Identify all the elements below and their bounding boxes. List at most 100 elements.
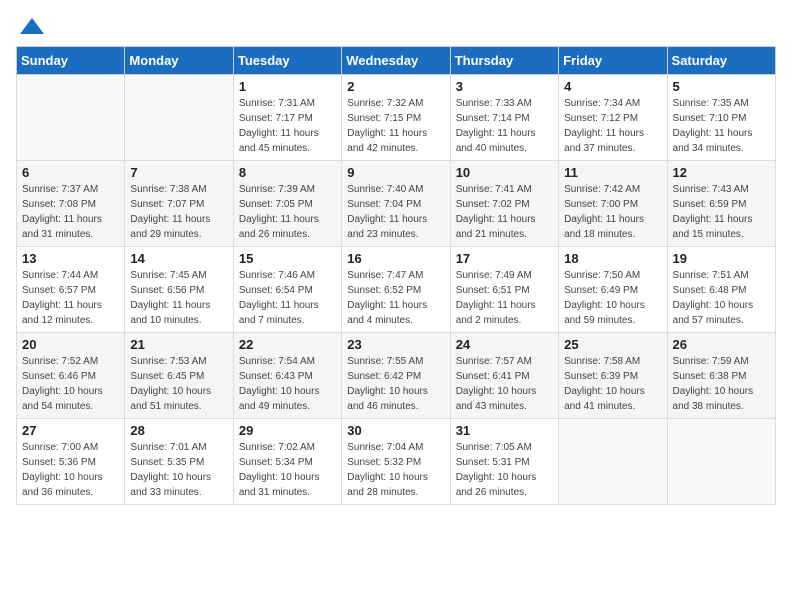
day-info: Sunrise: 7:58 AMSunset: 6:39 PMDaylight:…: [564, 354, 661, 414]
calendar-cell: 29 Sunrise: 7:02 AMSunset: 5:34 PMDayligh…: [233, 419, 341, 505]
day-info: Sunrise: 7:44 AMSunset: 6:57 PMDaylight:…: [22, 268, 119, 328]
day-info: Sunrise: 7:00 AMSunset: 5:36 PMDaylight:…: [22, 440, 119, 500]
day-number: 4: [564, 79, 661, 94]
day-number: 14: [130, 251, 227, 266]
day-number: 11: [564, 165, 661, 180]
day-number: 22: [239, 337, 336, 352]
day-info: Sunrise: 7:43 AMSunset: 6:59 PMDaylight:…: [673, 182, 770, 242]
day-number: 19: [673, 251, 770, 266]
calendar-table: SundayMondayTuesdayWednesdayThursdayFrid…: [16, 46, 776, 505]
day-number: 3: [456, 79, 553, 94]
day-info: Sunrise: 7:52 AMSunset: 6:46 PMDaylight:…: [22, 354, 119, 414]
calendar-cell: 10 Sunrise: 7:41 AMSunset: 7:02 PMDayligh…: [450, 161, 558, 247]
day-info: Sunrise: 7:33 AMSunset: 7:14 PMDaylight:…: [456, 96, 553, 156]
calendar-cell: 28 Sunrise: 7:01 AMSunset: 5:35 PMDayligh…: [125, 419, 233, 505]
calendar-cell: 27 Sunrise: 7:00 AMSunset: 5:36 PMDayligh…: [17, 419, 125, 505]
day-number: 24: [456, 337, 553, 352]
page-header: [16, 16, 776, 34]
calendar-cell: 20 Sunrise: 7:52 AMSunset: 6:46 PMDayligh…: [17, 333, 125, 419]
day-info: Sunrise: 7:53 AMSunset: 6:45 PMDaylight:…: [130, 354, 227, 414]
calendar-cell: 13 Sunrise: 7:44 AMSunset: 6:57 PMDayligh…: [17, 247, 125, 333]
day-info: Sunrise: 7:38 AMSunset: 7:07 PMDaylight:…: [130, 182, 227, 242]
calendar-cell: 3 Sunrise: 7:33 AMSunset: 7:14 PMDaylight…: [450, 75, 558, 161]
day-info: Sunrise: 7:32 AMSunset: 7:15 PMDaylight:…: [347, 96, 444, 156]
calendar-cell: 6 Sunrise: 7:37 AMSunset: 7:08 PMDaylight…: [17, 161, 125, 247]
day-info: Sunrise: 7:49 AMSunset: 6:51 PMDaylight:…: [456, 268, 553, 328]
calendar-cell: 19 Sunrise: 7:51 AMSunset: 6:48 PMDayligh…: [667, 247, 775, 333]
day-number: 29: [239, 423, 336, 438]
calendar-cell: 7 Sunrise: 7:38 AMSunset: 7:07 PMDaylight…: [125, 161, 233, 247]
day-info: Sunrise: 7:42 AMSunset: 7:00 PMDaylight:…: [564, 182, 661, 242]
calendar-week-1: 1Sunrise: 7:31 AMSunset: 7:17 PMDaylight…: [17, 75, 776, 161]
day-number: 13: [22, 251, 119, 266]
calendar-cell: 24 Sunrise: 7:57 AMSunset: 6:41 PMDayligh…: [450, 333, 558, 419]
calendar-cell: 21 Sunrise: 7:53 AMSunset: 6:45 PMDayligh…: [125, 333, 233, 419]
day-info: Sunrise: 7:31 AMSunset: 7:17 PMDaylight:…: [239, 96, 336, 156]
weekday-header-thursday: Thursday: [450, 47, 558, 75]
day-info: Sunrise: 7:41 AMSunset: 7:02 PMDaylight:…: [456, 182, 553, 242]
day-number: 12: [673, 165, 770, 180]
weekday-header-sunday: Sunday: [17, 47, 125, 75]
calendar-cell: 9 Sunrise: 7:40 AMSunset: 7:04 PMDaylight…: [342, 161, 450, 247]
logo: [16, 16, 46, 34]
day-info: Sunrise: 7:57 AMSunset: 6:41 PMDaylight:…: [456, 354, 553, 414]
day-info: Sunrise: 7:05 AMSunset: 5:31 PMDaylight:…: [456, 440, 553, 500]
day-info: Sunrise: 7:02 AMSunset: 5:34 PMDaylight:…: [239, 440, 336, 500]
day-info: Sunrise: 7:46 AMSunset: 6:54 PMDaylight:…: [239, 268, 336, 328]
day-info: Sunrise: 7:37 AMSunset: 7:08 PMDaylight:…: [22, 182, 119, 242]
day-number: 10: [456, 165, 553, 180]
weekday-header-monday: Monday: [125, 47, 233, 75]
calendar-cell: 11 Sunrise: 7:42 AMSunset: 7:00 PMDayligh…: [559, 161, 667, 247]
day-number: 6: [22, 165, 119, 180]
day-info: Sunrise: 7:55 AMSunset: 6:42 PMDaylight:…: [347, 354, 444, 414]
weekday-header-row: SundayMondayTuesdayWednesdayThursdayFrid…: [17, 47, 776, 75]
day-number: 31: [456, 423, 553, 438]
weekday-header-tuesday: Tuesday: [233, 47, 341, 75]
calendar-cell: 14 Sunrise: 7:45 AMSunset: 6:56 PMDayligh…: [125, 247, 233, 333]
day-number: 2: [347, 79, 444, 94]
calendar-cell: 17Sunrise: 7:49 AMSunset: 6:51 PMDayligh…: [450, 247, 558, 333]
day-number: 26: [673, 337, 770, 352]
day-info: Sunrise: 7:51 AMSunset: 6:48 PMDaylight:…: [673, 268, 770, 328]
calendar-week-4: 20 Sunrise: 7:52 AMSunset: 6:46 PMDayligh…: [17, 333, 776, 419]
day-info: Sunrise: 7:59 AMSunset: 6:38 PMDaylight:…: [673, 354, 770, 414]
calendar-cell: [559, 419, 667, 505]
day-info: Sunrise: 7:39 AMSunset: 7:05 PMDaylight:…: [239, 182, 336, 242]
day-number: 21: [130, 337, 227, 352]
weekday-header-saturday: Saturday: [667, 47, 775, 75]
day-info: Sunrise: 7:47 AMSunset: 6:52 PMDaylight:…: [347, 268, 444, 328]
calendar-cell: 15 Sunrise: 7:46 AMSunset: 6:54 PMDayligh…: [233, 247, 341, 333]
calendar-cell: 12 Sunrise: 7:43 AMSunset: 6:59 PMDayligh…: [667, 161, 775, 247]
calendar-week-3: 13 Sunrise: 7:44 AMSunset: 6:57 PMDayligh…: [17, 247, 776, 333]
weekday-header-friday: Friday: [559, 47, 667, 75]
calendar-cell: 16 Sunrise: 7:47 AMSunset: 6:52 PMDayligh…: [342, 247, 450, 333]
calendar-cell: 5Sunrise: 7:35 AMSunset: 7:10 PMDaylight…: [667, 75, 775, 161]
day-number: 7: [130, 165, 227, 180]
day-info: Sunrise: 7:54 AMSunset: 6:43 PMDaylight:…: [239, 354, 336, 414]
calendar-cell: 23 Sunrise: 7:55 AMSunset: 6:42 PMDayligh…: [342, 333, 450, 419]
day-info: Sunrise: 7:34 AMSunset: 7:12 PMDaylight:…: [564, 96, 661, 156]
day-number: 15: [239, 251, 336, 266]
day-number: 8: [239, 165, 336, 180]
calendar-cell: 1Sunrise: 7:31 AMSunset: 7:17 PMDaylight…: [233, 75, 341, 161]
day-number: 27: [22, 423, 119, 438]
calendar-cell: 2 Sunrise: 7:32 AMSunset: 7:15 PMDaylight…: [342, 75, 450, 161]
day-info: Sunrise: 7:04 AMSunset: 5:32 PMDaylight:…: [347, 440, 444, 500]
calendar-cell: 31 Sunrise: 7:05 AMSunset: 5:31 PMDayligh…: [450, 419, 558, 505]
day-number: 16: [347, 251, 444, 266]
day-info: Sunrise: 7:45 AMSunset: 6:56 PMDaylight:…: [130, 268, 227, 328]
day-number: 23: [347, 337, 444, 352]
calendar-cell: 8 Sunrise: 7:39 AMSunset: 7:05 PMDaylight…: [233, 161, 341, 247]
day-number: 30: [347, 423, 444, 438]
day-info: Sunrise: 7:40 AMSunset: 7:04 PMDaylight:…: [347, 182, 444, 242]
calendar-cell: [17, 75, 125, 161]
day-info: Sunrise: 7:01 AMSunset: 5:35 PMDaylight:…: [130, 440, 227, 500]
calendar-cell: [667, 419, 775, 505]
calendar-cell: 18Sunrise: 7:50 AMSunset: 6:49 PMDayligh…: [559, 247, 667, 333]
day-number: 5: [673, 79, 770, 94]
day-number: 28: [130, 423, 227, 438]
calendar-week-5: 27 Sunrise: 7:00 AMSunset: 5:36 PMDayligh…: [17, 419, 776, 505]
calendar-cell: 30 Sunrise: 7:04 AMSunset: 5:32 PMDayligh…: [342, 419, 450, 505]
day-number: 20: [22, 337, 119, 352]
day-number: 9: [347, 165, 444, 180]
